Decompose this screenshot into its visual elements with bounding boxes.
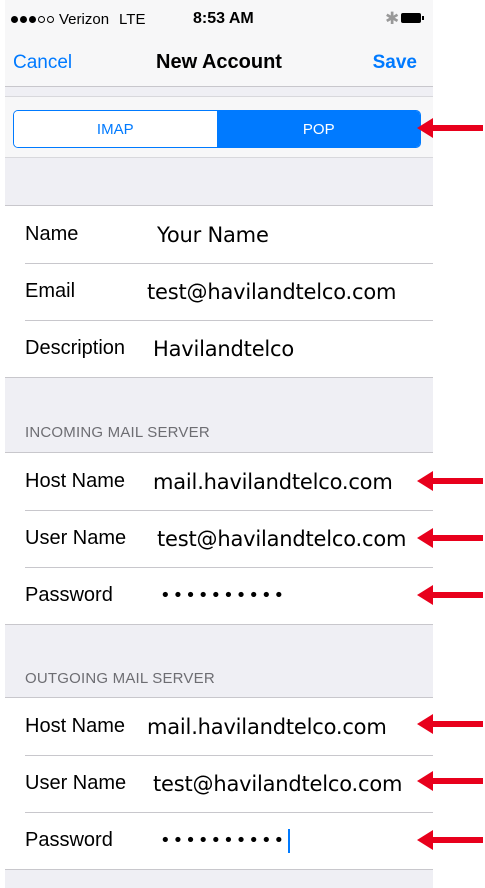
annotation-arrow-icon [417,771,483,791]
incoming-password-field[interactable]: •••••••••• [160,585,286,606]
name-field[interactable]: Your Name [157,223,269,247]
signal-strength-icon [11,16,54,23]
outgoing-password-row[interactable]: Password •••••••••• [5,812,433,869]
name-label: Name [25,223,79,245]
description-label: Description [25,337,126,359]
outgoing-host-row[interactable]: Host Name mail.havilandtelco.com [5,698,433,755]
status-time: 8:53 AM [193,10,254,27]
email-row[interactable]: Email test@havilandtelco.com [5,263,433,320]
description-row[interactable]: Description Havilandtelco [5,320,433,377]
annotation-arrow-icon [417,118,483,138]
cancel-button[interactable]: Cancel [13,52,72,74]
email-label: Email [25,280,76,302]
incoming-host-label: Host Name [25,470,126,492]
incoming-password-label: Password [25,584,113,606]
text-cursor [288,828,291,853]
account-type-section: IMAP POP [5,96,433,158]
bluetooth-icon: ✱ [385,9,400,28]
annotation-arrow-icon [417,714,483,734]
battery-icon [401,13,424,23]
email-field[interactable]: test@havilandtelco.com [147,280,396,304]
network-type: LTE [119,11,146,28]
outgoing-password-label: Password [25,829,113,851]
account-type-segmented-control: IMAP POP [13,110,421,148]
save-button[interactable]: Save [373,52,417,74]
segment-imap[interactable]: IMAP [14,111,218,147]
incoming-section-header: INCOMING MAIL SERVER [25,424,210,441]
outgoing-user-field[interactable]: test@havilandtelco.com [153,772,402,796]
carrier-name: Verizon [59,11,110,28]
incoming-host-field[interactable]: mail.havilandtelco.com [153,470,393,494]
incoming-host-row[interactable]: Host Name mail.havilandtelco.com [5,453,433,510]
carrier-info: Verizon LTE [11,11,145,28]
incoming-user-field[interactable]: test@havilandtelco.com [157,527,406,551]
annotation-arrow-icon [417,471,483,491]
outgoing-user-label: User Name [25,772,127,794]
name-row[interactable]: Name Your Name [5,206,433,263]
outgoing-password-field-wrap[interactable]: •••••••••• [160,828,291,853]
account-info-group: Name Your Name Email test@havilandtelco.… [5,205,433,378]
outgoing-server-group: Host Name mail.havilandtelco.com User Na… [5,697,433,870]
incoming-server-group: Host Name mail.havilandtelco.com User Na… [5,452,433,625]
outgoing-section-header: OUTGOING MAIL SERVER [25,670,215,687]
incoming-password-row[interactable]: Password •••••••••• [5,567,433,624]
annotation-arrow-icon [417,528,483,548]
incoming-user-row[interactable]: User Name test@havilandtelco.com [5,510,433,567]
segment-pop[interactable]: POP [217,111,420,147]
status-bar: Verizon LTE 8:53 AM ✱ [5,0,433,38]
outgoing-password-field[interactable]: •••••••••• [160,830,286,851]
outgoing-host-field[interactable]: mail.havilandtelco.com [147,715,387,739]
phone-screen: Verizon LTE 8:53 AM ✱ Cancel New Account… [5,0,433,888]
annotation-arrow-icon [417,585,483,605]
outgoing-host-label: Host Name [25,715,126,737]
description-field[interactable]: Havilandtelco [153,337,294,361]
annotation-arrow-icon [417,830,483,850]
incoming-user-label: User Name [25,527,127,549]
navigation-bar: Cancel New Account Save [5,38,433,87]
outgoing-user-row[interactable]: User Name test@havilandtelco.com [5,755,433,812]
